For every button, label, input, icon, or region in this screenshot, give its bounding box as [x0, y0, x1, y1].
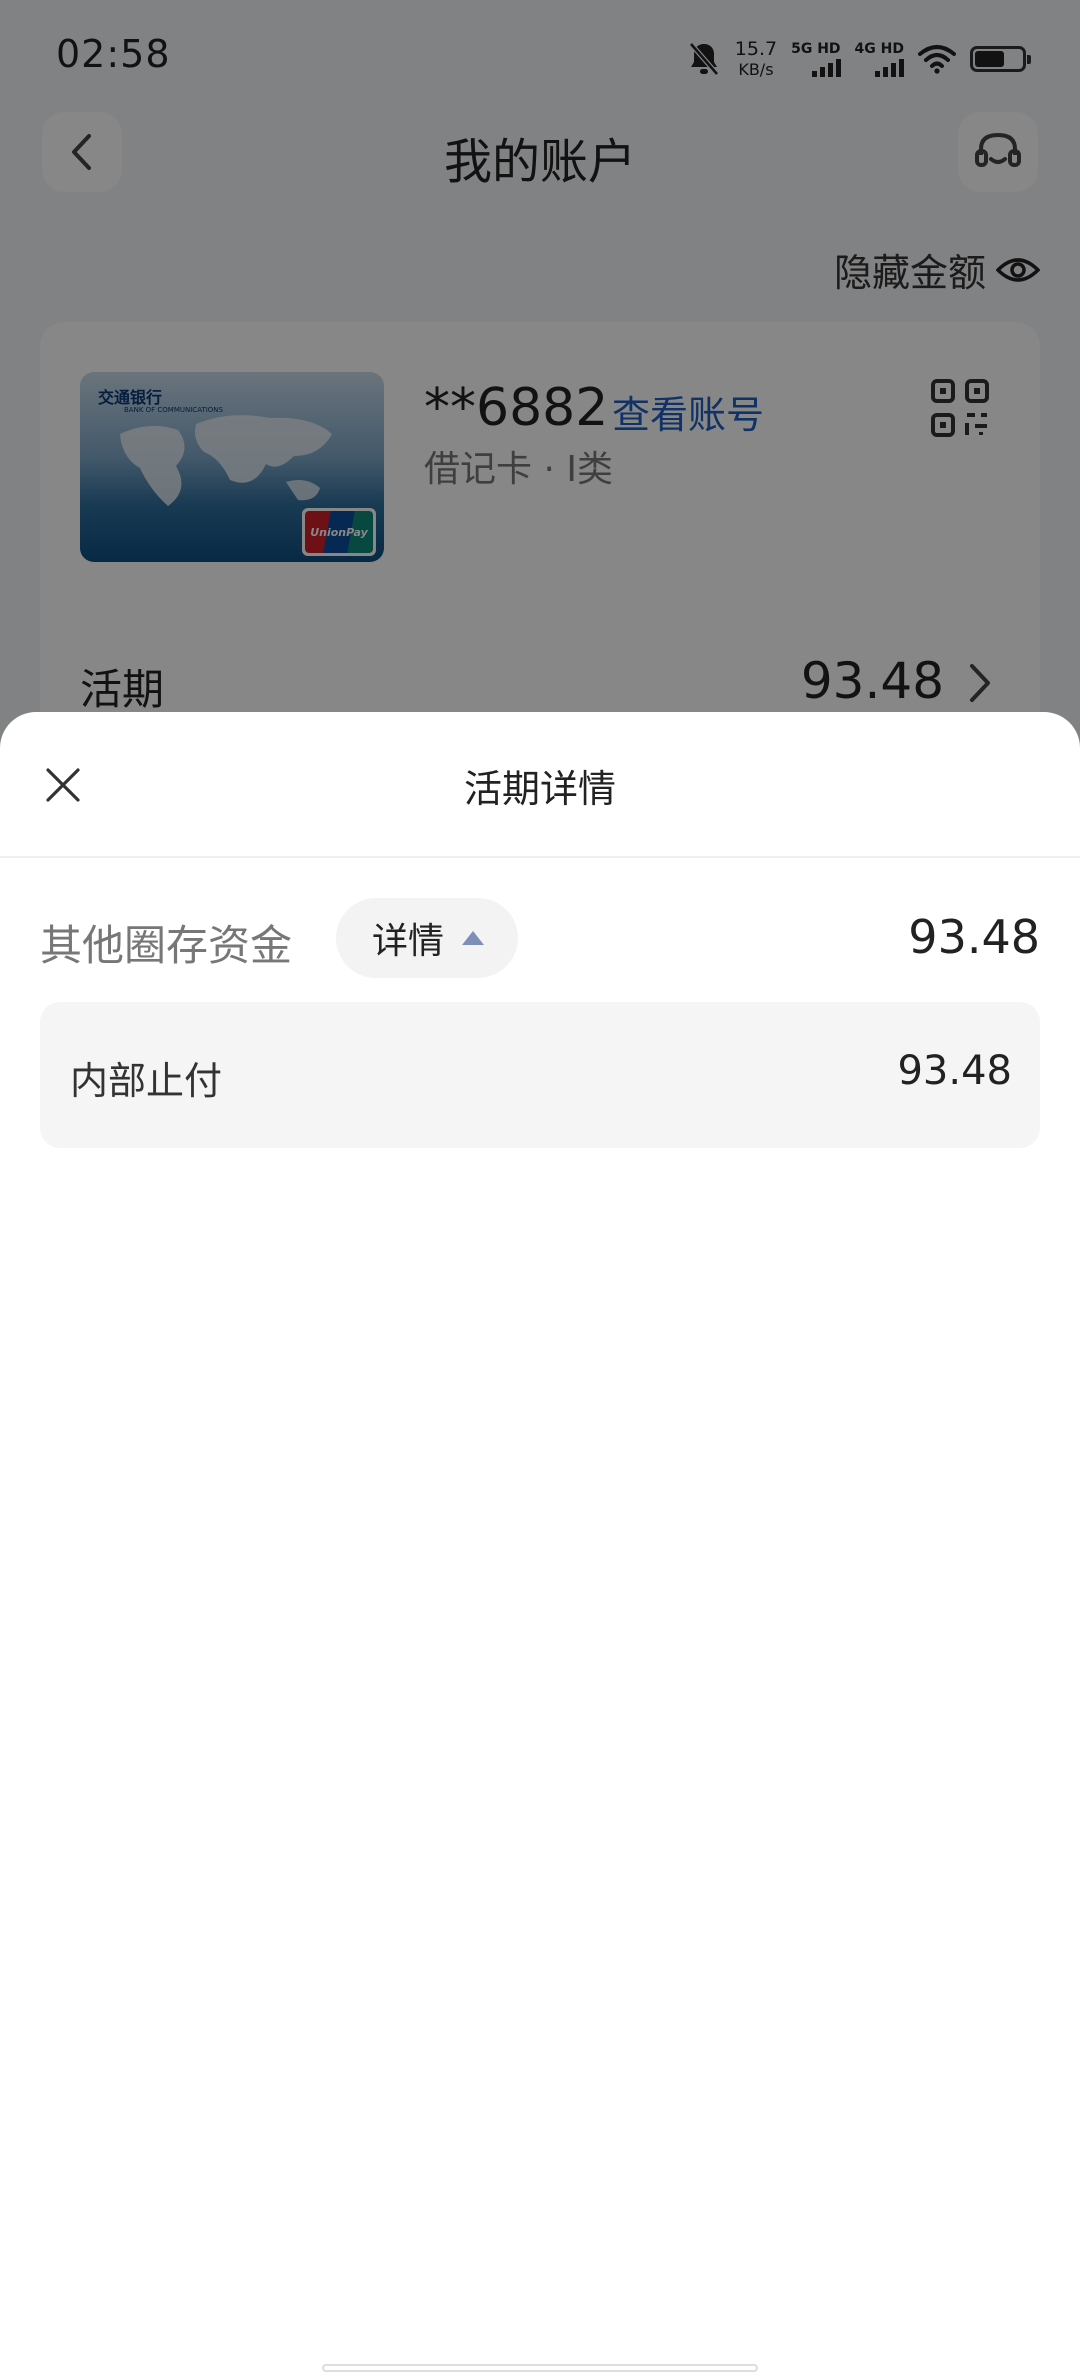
ringfenced-funds-label: 其他圈存资金 [40, 921, 293, 970]
sheet-header: 活期详情 [0, 712, 1080, 858]
ringfenced-funds-amount: 93.48 [908, 910, 1040, 964]
details-toggle-label: 详情 [372, 921, 445, 962]
current-details-sheet: 活期详情 其他圈存资金 详情 93.48 内部止付 93.48 [0, 712, 1080, 2376]
detail-item: 内部止付 93.48 [40, 1002, 1040, 1148]
caret-up-icon [462, 931, 485, 945]
detail-item-label: 内部止付 [70, 1059, 223, 1103]
page: 02:58 15.7 KB/s 5G HD 4G HD 我的账户 隐藏金额 交通… [0, 0, 1080, 2376]
home-indicator[interactable] [322, 2364, 758, 2372]
details-toggle-button[interactable]: 详情 [336, 898, 518, 978]
ringfenced-funds-row: 其他圈存资金 详情 93.48 [40, 898, 1040, 980]
sheet-title: 活期详情 [463, 767, 616, 811]
detail-item-amount: 93.48 [897, 1048, 1012, 1094]
